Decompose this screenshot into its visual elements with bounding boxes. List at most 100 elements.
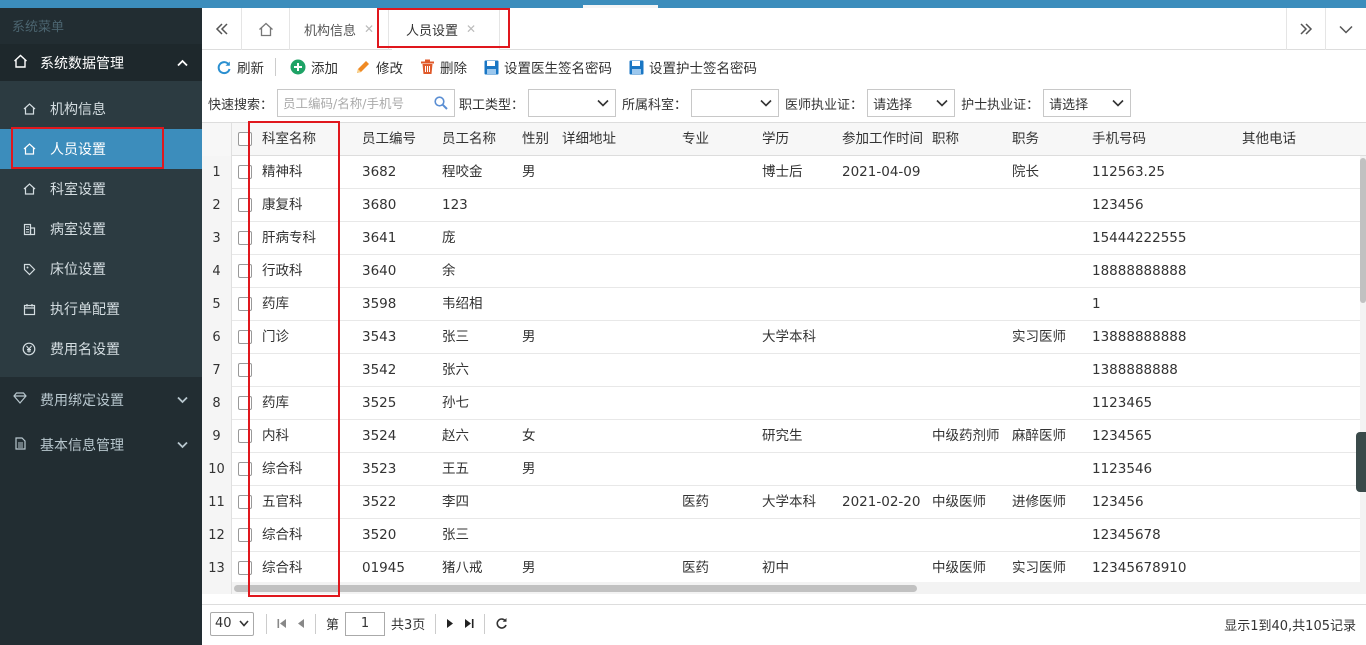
cell-addr xyxy=(558,519,562,552)
last-page-button[interactable] xyxy=(464,618,474,629)
table-row[interactable]: 5 药库 3598 韦绍相 1 xyxy=(202,288,1366,321)
doctor-license-select[interactable]: 请选择 xyxy=(867,89,956,117)
table-row[interactable]: 8 药库 3525 孙七 1123465 xyxy=(202,387,1366,420)
refresh-label: 刷新 xyxy=(237,61,264,77)
sidebar-item-dept-settings[interactable]: 科室设置 xyxy=(0,169,202,209)
row-checkbox[interactable] xyxy=(238,429,252,443)
close-icon[interactable]: ✕ xyxy=(466,22,476,36)
chevron-down-icon xyxy=(1339,25,1353,34)
scroll-tabs-left-button[interactable] xyxy=(202,8,242,50)
next-page-button[interactable] xyxy=(446,618,454,629)
table-row[interactable]: 2 康复科 3680 123 123456 xyxy=(202,189,1366,222)
column-header[interactable]: 详细地址 xyxy=(558,123,616,156)
row-checkbox[interactable] xyxy=(238,264,252,278)
prev-page-button[interactable] xyxy=(297,618,305,629)
column-header[interactable]: 其他电话 xyxy=(1238,123,1296,156)
cell-dept: 门诊 xyxy=(262,329,289,345)
quick-search-input[interactable] xyxy=(283,95,434,111)
cell-dept: 内科 xyxy=(262,428,289,444)
column-header[interactable]: 参加工作时间 xyxy=(838,123,923,156)
column-header[interactable]: 员工编号 xyxy=(358,123,416,156)
set-nurse-signature-password-button[interactable]: 设置护士签名密码 xyxy=(629,57,757,77)
row-checkbox[interactable] xyxy=(238,165,252,179)
side-grip-handle[interactable] xyxy=(1356,432,1366,492)
page-size-select[interactable]: 40 xyxy=(210,611,254,636)
first-page-button[interactable] xyxy=(277,618,287,629)
column-header[interactable]: 职务 xyxy=(1008,123,1039,156)
sidebar-item-org-info[interactable]: 机构信息 xyxy=(0,89,202,129)
table-row[interactable]: 4 行政科 3640 余 18888888888 xyxy=(202,255,1366,288)
table-row[interactable]: 10 综合科 3523 王五 男 1123546 xyxy=(202,453,1366,486)
row-checkbox[interactable] xyxy=(238,396,252,410)
column-header[interactable]: 专业 xyxy=(678,123,709,156)
nurse-license-select[interactable]: 请选择 xyxy=(1043,89,1132,117)
reload-button[interactable] xyxy=(495,617,508,630)
sidebar-group-fee-binding[interactable]: 费用绑定设置 xyxy=(0,377,202,423)
column-header[interactable]: 学历 xyxy=(758,123,789,156)
add-button[interactable]: 添加 xyxy=(290,57,338,77)
cell-start xyxy=(838,222,842,255)
column-header[interactable]: 手机号码 xyxy=(1088,123,1146,156)
cell-title xyxy=(928,453,932,486)
vertical-scrollbar[interactable] xyxy=(1360,156,1366,594)
cell-dept: 综合科 xyxy=(262,527,303,543)
table-row[interactable]: 7 3542 张六 1388888888 xyxy=(202,354,1366,387)
tab-staff-settings[interactable]: 人员设置 ✕ xyxy=(392,8,500,50)
column-header[interactable]: 员工名称 xyxy=(438,123,496,156)
table-row[interactable]: 3 肝病专科 3641 庞 15444222555 xyxy=(202,222,1366,255)
delete-button[interactable]: 删除 xyxy=(420,57,467,77)
scroll-tabs-right-button[interactable] xyxy=(1286,8,1326,50)
first-page-icon xyxy=(277,619,286,628)
cell-phone: 123456 xyxy=(1092,494,1144,510)
sidebar-item-exec-config[interactable]: 执行单配置 xyxy=(0,289,202,329)
cell-sex: 男 xyxy=(522,560,536,576)
row-checkbox[interactable] xyxy=(238,462,252,476)
chevron-down-icon xyxy=(936,99,948,107)
column-header[interactable]: 科室名称 xyxy=(258,123,316,156)
sidebar-item-ward-settings[interactable]: 病室设置 xyxy=(0,209,202,249)
staff-type-select[interactable] xyxy=(528,89,617,117)
row-checkbox[interactable] xyxy=(238,495,252,509)
cell-title xyxy=(928,387,932,420)
close-icon[interactable]: ✕ xyxy=(364,22,374,36)
home-tab[interactable] xyxy=(242,8,290,50)
tab-options-dropdown[interactable] xyxy=(1326,8,1366,50)
row-checkbox[interactable] xyxy=(238,528,252,542)
cell-title xyxy=(928,156,932,189)
row-checkbox[interactable] xyxy=(238,561,252,575)
sidebar-item-fee-name[interactable]: 费用名设置 xyxy=(0,329,202,369)
row-checkbox[interactable] xyxy=(238,297,252,311)
row-number: 1 xyxy=(202,156,232,189)
cell-addr xyxy=(558,321,562,354)
table-row[interactable]: 6 门诊 3543 张三 男 大学本科 实习医师 13888888888 xyxy=(202,321,1366,354)
select-all-checkbox[interactable] xyxy=(238,132,252,146)
column-header[interactable]: 职称 xyxy=(928,123,959,156)
cell-major xyxy=(678,222,682,255)
cell-sex xyxy=(518,387,522,420)
column-header[interactable]: 性别 xyxy=(518,123,549,156)
horizontal-scrollbar[interactable] xyxy=(232,582,1360,594)
refresh-button[interactable]: 刷新 xyxy=(216,57,264,77)
search-icon[interactable] xyxy=(434,96,448,110)
table-row[interactable]: 11 五官科 3522 李四 医药 大学本科 2021-02-20 中级医师 进修医师 12345… xyxy=(202,486,1366,519)
row-checkbox[interactable] xyxy=(238,198,252,212)
table-row[interactable]: 9 内科 3524 赵六 女 研究生 中级药剂师 麻醉医师 1234565 xyxy=(202,420,1366,453)
sidebar-item-staff-settings[interactable]: 人员设置 xyxy=(0,129,202,169)
row-checkbox[interactable] xyxy=(238,231,252,245)
sidebar-item-bed-settings[interactable]: 床位设置 xyxy=(0,249,202,289)
department-select[interactable] xyxy=(691,89,780,117)
set-doctor-signature-password-button[interactable]: 设置医生签名密码 xyxy=(484,57,612,77)
edit-button[interactable]: 修改 xyxy=(355,57,403,77)
sidebar-group-label: 系统数据管理 xyxy=(40,55,124,72)
sidebar-group-basic-info[interactable]: 基本信息管理 xyxy=(0,423,202,467)
sidebar-group-system-data[interactable]: 系统数据管理 xyxy=(0,44,202,81)
row-checkbox[interactable] xyxy=(238,330,252,344)
page-number-input[interactable]: 1 xyxy=(345,611,386,636)
cell-duty xyxy=(1008,288,1012,321)
table-row[interactable]: 12 综合科 3520 张三 12345678 xyxy=(202,519,1366,552)
table-row[interactable]: 13 综合科 01945 猪八戒 男 医药 初中 中级医师 实习医师 12345678910 xyxy=(202,552,1366,585)
tab-org-info[interactable]: 机构信息 ✕ xyxy=(290,8,390,50)
row-checkbox[interactable] xyxy=(238,363,252,377)
cell-sex xyxy=(518,222,522,255)
table-row[interactable]: 1 精神科 3682 程咬金 男 博士后 2021-04-09 院长 112563.25 xyxy=(202,156,1366,189)
